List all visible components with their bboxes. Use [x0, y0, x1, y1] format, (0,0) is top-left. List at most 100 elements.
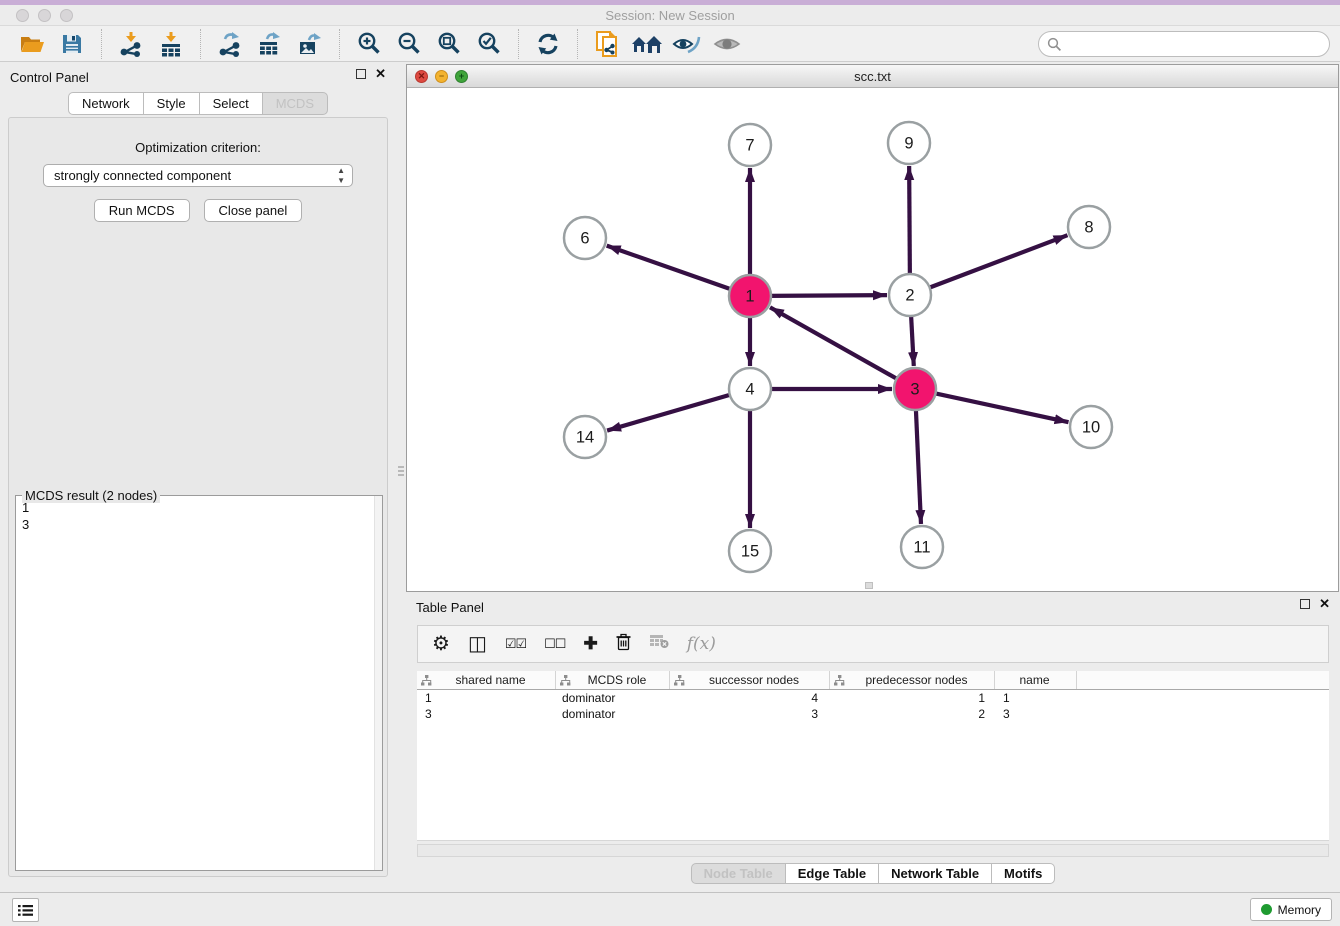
app-title: Session: New Session [0, 8, 1340, 23]
import-network-button[interactable] [111, 28, 151, 60]
zoom-in-button[interactable] [349, 28, 389, 60]
export-table-button[interactable] [250, 28, 290, 60]
close-panel-icon[interactable]: ✕ [375, 69, 386, 79]
tab-network-table[interactable]: Network Table [878, 863, 992, 884]
edge-4-14[interactable] [607, 394, 733, 431]
column-header-successor-nodes[interactable]: successor nodes [670, 671, 830, 689]
table-toolbar: ⚙ ◫ ☑☑ ☐☐ ✚ [417, 625, 1329, 663]
table-row[interactable]: 3 dominator 3 2 3 [417, 706, 1329, 722]
edge-3-11[interactable] [916, 407, 921, 524]
tab-motifs[interactable]: Motifs [991, 863, 1055, 884]
column-header-shared-name[interactable]: shared name [417, 671, 556, 689]
eye-slash-icon [672, 32, 702, 56]
export-network-icon [217, 31, 243, 57]
table-panel-title: Table Panel [416, 600, 484, 615]
graph-node-label-4: 4 [745, 381, 754, 399]
save-session-button[interactable] [52, 28, 92, 60]
memory-status-icon [1261, 904, 1272, 915]
close-panel-button[interactable]: Close panel [204, 199, 303, 222]
node-table[interactable]: shared name MCDS role successor nodes pr… [417, 671, 1329, 841]
tab-style[interactable]: Style [143, 92, 200, 115]
zoom-selected-icon [477, 31, 502, 56]
edge-2-9[interactable] [909, 166, 910, 277]
tab-edge-table[interactable]: Edge Table [785, 863, 879, 884]
edge-3-10[interactable] [933, 393, 1069, 422]
task-history-button[interactable] [12, 898, 39, 922]
apply-layout-button[interactable] [528, 28, 568, 60]
edge-2-8[interactable] [927, 235, 1068, 288]
hierarchy-icon [674, 675, 685, 686]
column-header-name[interactable]: name [995, 671, 1077, 689]
search-field[interactable] [1038, 31, 1330, 57]
graph-node-label-3: 3 [910, 381, 919, 399]
canvas-resize-handle[interactable] [865, 582, 873, 589]
network-window-titlebar[interactable]: ✕ − + scc.txt [407, 65, 1338, 88]
memory-button[interactable]: Memory [1250, 898, 1332, 921]
delete-table-icon-disabled [649, 634, 669, 654]
tab-select[interactable]: Select [199, 92, 263, 115]
open-session-button[interactable] [12, 28, 52, 60]
mcds-result-group: MCDS result (2 nodes) 1 3 [15, 495, 383, 871]
import-table-button[interactable] [151, 28, 191, 60]
import-table-icon [158, 31, 184, 57]
hierarchy-icon [560, 675, 571, 686]
float-table-panel-icon[interactable] [1300, 599, 1310, 609]
vertical-splitter[interactable] [396, 62, 406, 892]
zoom-out-button[interactable] [389, 28, 429, 60]
graph-node-label-6: 6 [580, 230, 589, 248]
select-stepper-icon: ▲▼ [337, 166, 345, 186]
status-bar: Memory [0, 892, 1340, 926]
show-all-networks-button[interactable] [627, 28, 667, 60]
graph-node-label-7: 7 [745, 137, 754, 155]
hide-selected-button[interactable] [667, 28, 707, 60]
clone-network-button[interactable] [587, 28, 627, 60]
tab-network[interactable]: Network [68, 92, 144, 115]
edge-3-1[interactable] [770, 307, 899, 380]
eye-icon [713, 33, 741, 55]
show-hidden-button[interactable] [707, 28, 747, 60]
hierarchy-icon [834, 675, 845, 686]
search-input[interactable] [1062, 34, 1329, 54]
edge-1-2[interactable] [768, 295, 887, 296]
zoom-fit-button[interactable] [429, 28, 469, 60]
header-filler [1077, 671, 1329, 689]
optimization-criterion-label: Optimization criterion: [9, 140, 387, 155]
toolbar-separator [339, 29, 340, 59]
edge-1-6[interactable] [607, 246, 733, 290]
add-column-icon[interactable]: ✚ [583, 634, 597, 654]
graph-node-label-10: 10 [1082, 419, 1100, 437]
column-header-mcds-role[interactable]: MCDS role [556, 671, 670, 689]
table-row[interactable]: 1 dominator 4 1 1 [417, 690, 1329, 706]
node-table-header: shared name MCDS role successor nodes pr… [417, 671, 1329, 690]
network-view-title: scc.txt [407, 69, 1338, 84]
delete-column-trash-icon[interactable] [616, 633, 631, 656]
tab-node-table[interactable]: Node Table [691, 863, 786, 884]
criterion-select[interactable]: strongly connected component ▲▼ [43, 164, 353, 187]
column-visibility-icon[interactable]: ◫ [468, 634, 487, 654]
table-horizontal-scrollbar[interactable] [417, 844, 1329, 857]
tab-mcds[interactable]: MCDS [262, 92, 328, 115]
table-panel: Table Panel ✕ ⚙ ◫ ☑☑ ☐☐ ✚ [406, 592, 1340, 892]
float-panel-icon[interactable] [356, 69, 366, 79]
hierarchy-icon [421, 675, 432, 686]
column-header-predecessor-nodes[interactable]: predecessor nodes [830, 671, 995, 689]
deselect-all-rows-icon[interactable]: ☐☐ [544, 636, 565, 652]
network-canvas[interactable]: 7968124314101511 [407, 88, 1338, 591]
export-image-button[interactable] [290, 28, 330, 60]
network-graph[interactable]: 7968124314101511 [407, 88, 1338, 591]
run-mcds-button[interactable]: Run MCDS [94, 199, 190, 222]
export-table-icon [257, 31, 283, 57]
zoom-selected-button[interactable] [469, 28, 509, 60]
graph-node-label-14: 14 [576, 429, 594, 447]
table-tabs: Node Table Edge Table Network Table Moti… [406, 863, 1340, 884]
graph-node-label-11: 11 [913, 539, 930, 557]
toolbar-separator [200, 29, 201, 59]
select-all-rows-icon[interactable]: ☑☑ [505, 636, 526, 652]
zoom-out-icon [397, 31, 422, 56]
network-view-window: ✕ − + scc.txt 7968124314101511 [406, 64, 1339, 592]
close-table-panel-icon[interactable]: ✕ [1319, 599, 1330, 609]
result-scrollbar[interactable] [374, 496, 382, 870]
table-options-gear-icon[interactable]: ⚙ [432, 634, 450, 654]
edge-2-3[interactable] [911, 313, 914, 366]
export-network-button[interactable] [210, 28, 250, 60]
